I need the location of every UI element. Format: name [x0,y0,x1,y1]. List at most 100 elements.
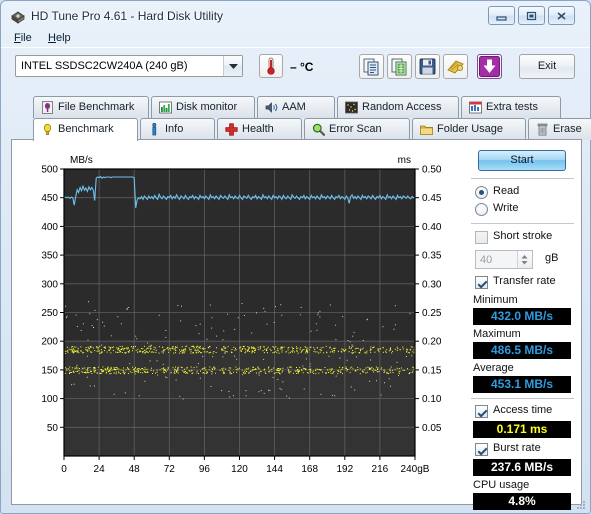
minimum-label: Minimum [473,294,518,306]
minimize-button[interactable] [488,6,515,25]
save-button[interactable] [415,54,440,79]
short-stroke-size-unit: gB [545,252,559,264]
tab-folder-usage[interactable]: Folder Usage [412,118,526,140]
tab-extra-tests[interactable]: Extra tests [461,96,561,118]
magnifier-icon [311,122,326,137]
tab-row-bottom: Benchmark Info Health Error Scan Folder … [11,118,591,141]
tab-erase[interactable]: Erase [528,118,591,140]
short-stroke-stepper[interactable] [517,251,532,268]
checkbox-short-stroke-label: Short stroke [493,230,553,242]
short-stroke-size-input[interactable]: 40 [475,250,533,269]
svg-text:400: 400 [41,222,58,233]
exit-button[interactable]: Exit [519,54,575,79]
maximize-button[interactable] [518,6,545,25]
chevron-down-icon[interactable] [223,56,242,76]
tab-benchmark-label: Benchmark [58,123,114,135]
tab-health-label: Health [242,123,274,135]
tab-file-benchmark[interactable]: File Benchmark [33,96,149,118]
checkbox-access-time-label: Access time [493,404,553,416]
tab-folder-usage-label: Folder Usage [437,123,504,135]
tab-file-benchmark-label: File Benchmark [58,101,135,113]
copy-to-clipboard-button[interactable] [359,54,384,79]
svg-text:ms: ms [398,155,411,166]
checkbox-burst-rate-label: Burst rate [493,442,541,454]
menu-item-file[interactable]: File [9,31,37,45]
menu-file-rest: ile [20,32,32,44]
tab-panel: File Benchmark Disk monitor AAM Random A… [11,96,591,510]
svg-text:0.05: 0.05 [422,423,442,434]
svg-text:144: 144 [266,464,283,475]
close-button[interactable] [548,6,575,25]
tab-aam-label: AAM [282,101,306,113]
svg-text:168: 168 [301,464,318,475]
copy-to-spreadsheet-button[interactable] [387,54,412,79]
checkbox-transfer-rate-indicator[interactable] [475,276,488,289]
checkbox-transfer-rate-label: Transfer rate [493,275,556,287]
svg-text:240gB: 240gB [401,464,430,475]
tab-error-scan[interactable]: Error Scan [304,118,410,140]
window-title: HD Tune Pro 4.61 - Hard Disk Utility [31,9,224,23]
gold-folder-icon [444,60,467,81]
drive-select[interactable]: INTEL SSDSC2CW240A (240 gB) [15,55,243,77]
certificate-button[interactable] [443,54,468,79]
svg-text:300: 300 [41,279,58,290]
average-label: Average [473,362,514,374]
checkbox-access-time-indicator[interactable] [475,405,488,418]
checkbox-short-stroke-indicator[interactable] [475,231,488,244]
tab-info[interactable]: Info [140,118,215,140]
tab-erase-label: Erase [553,123,582,135]
svg-text:MB/s: MB/s [70,155,93,166]
menu-bar: File Help [1,28,590,47]
menu-help-rest: elp [55,32,71,44]
svg-text:0: 0 [61,464,67,475]
toolbar: INTEL SSDSC2CW240A (240 gB) – °C Exit [1,48,590,92]
speaker-icon [264,100,279,115]
tab-benchmark[interactable]: Benchmark [33,118,138,141]
random-access-icon [344,100,359,115]
tab-random-access[interactable]: Random Access [337,96,459,118]
radio-read-indicator[interactable] [475,186,488,199]
checkbox-burst-rate-indicator[interactable] [475,443,488,456]
svg-text:72: 72 [164,464,176,475]
copy-icon [360,58,383,81]
svg-text:48: 48 [129,464,141,475]
access-time-value: 0.171 ms [473,421,571,438]
maximum-label: Maximum [473,328,521,340]
svg-text:0.45: 0.45 [422,193,442,204]
extra-tests-icon [468,100,483,115]
svg-text:216: 216 [372,464,389,475]
app-window: HD Tune Pro 4.61 - Hard Disk Utility Fil… [0,0,591,514]
radio-write-indicator[interactable] [475,203,488,216]
temperature-button[interactable] [259,54,283,78]
excel-copy-icon [388,58,411,81]
tab-disk-monitor-label: Disk monitor [176,101,238,113]
tab-health[interactable]: Health [217,118,302,140]
benchmark-controls: Start Read Write Short stroke 40 gB Tran… [467,144,577,510]
minimum-value: 432.0 MB/s [473,308,571,325]
average-value: 453.1 MB/s [473,376,571,393]
benchmark-tab-content: MB/s ms 50 100 150 200 250 300 350 400 450 500 0.05 0… [11,139,582,510]
tab-row-top: File Benchmark Disk monitor AAM Random A… [11,96,582,118]
download-update-button[interactable] [477,54,502,79]
svg-text:0.15: 0.15 [422,365,442,376]
menu-item-help[interactable]: Help [43,31,76,45]
benchmark-graph-svg: MB/s ms 50 100 150 200 250 300 350 400 450 500 0.05 0… [41,155,442,475]
benchmark-graph: MB/s ms 50 100 150 200 250 300 350 400 450 500 0.05 0… [20,146,460,496]
start-button[interactable]: Start [478,150,566,171]
tab-disk-monitor[interactable]: Disk monitor [151,96,255,118]
tab-aam[interactable]: AAM [257,96,335,118]
svg-text:200: 200 [41,337,58,348]
svg-text:50: 50 [47,423,59,434]
svg-text:0.20: 0.20 [422,337,442,348]
svg-text:192: 192 [336,464,353,475]
burst-rate-value: 237.6 MB/s [473,459,571,476]
maximum-value: 486.5 MB/s [473,342,571,359]
svg-text:0.50: 0.50 [422,165,442,176]
divider-2 [471,223,574,224]
radio-read-label: Read [493,185,520,197]
svg-text:0.10: 0.10 [422,394,442,405]
svg-text:96: 96 [199,464,211,475]
resize-grip[interactable] [575,499,587,511]
divider-1 [471,178,574,179]
tab-error-scan-label: Error Scan [329,123,382,135]
